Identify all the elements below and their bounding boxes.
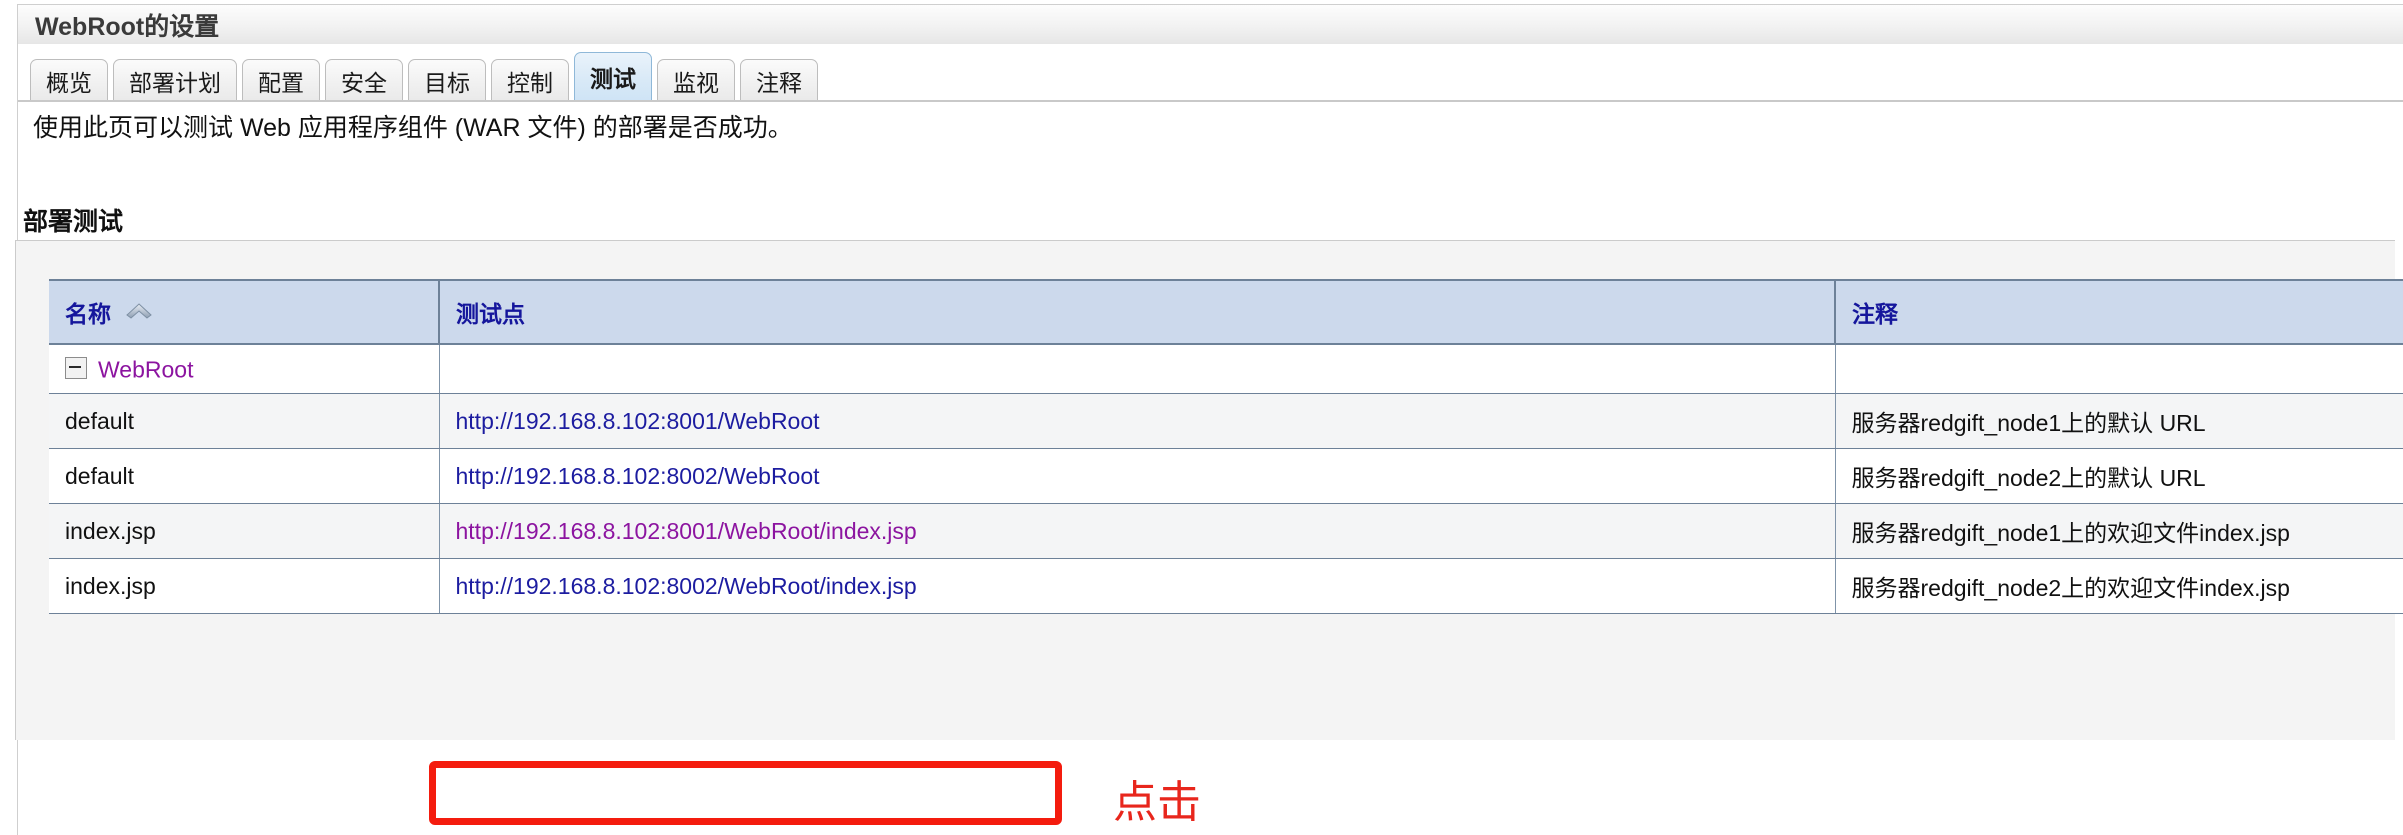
cell-name: default [49,393,440,450]
column-header-note-label: 注释 [1852,301,1898,327]
testpoint-url-link[interactable]: http://192.168.8.102:8002/WebRoot [456,463,820,489]
tab-1[interactable]: 概览 [30,59,108,102]
tab-label: 配置 [258,70,304,96]
deployment-test-table: 名称 测试点 注释 WebRoot default http://192.168… [49,281,2403,615]
table-row: default http://192.168.8.102:8002/WebRoot… [49,448,2403,505]
cell-name: default [49,448,440,505]
cell-name: index.jsp [49,503,440,560]
tab-label: 安全 [341,70,387,96]
row-note-label: 服务器redgift_node2上的默认 URL [1851,465,2206,492]
row-name-label: default [65,462,135,489]
cell-name: index.jsp [49,558,440,615]
tab-label: 测试 [590,65,636,92]
table-row: index.jsp http://192.168.8.102:8002/WebRo… [49,558,2403,615]
tab-strip: 概览 部署计划 配置 安全 目标 控制 测试 监视 注释 [17,44,2403,102]
cell-testpoint: http://192.168.8.102:8002/WebRoot [439,448,1836,505]
row-name-label: index.jsp [65,572,156,599]
cell-note: 服务器redgift_node2上的欢迎文件index.jsp [1835,558,2403,615]
cell-testpoint: http://192.168.8.102:8001/WebRoot [439,393,1836,450]
testpoint-url-link[interactable]: http://192.168.8.102:8001/WebRoot/index.… [456,518,917,544]
window-titlebar: WebRoot的设置 [17,4,2403,44]
section-title: 部署测试 [23,208,124,236]
tab-label: 目标 [424,70,470,96]
row-note-label: 服务器redgift_node1上的欢迎文件index.jsp [1851,520,2290,547]
table-row: index.jsp http://192.168.8.102:8001/WebRo… [49,503,2403,560]
tab-label: 部署计划 [129,70,221,96]
page-title: WebRoot的设置 [35,12,220,41]
tab-label: 注释 [756,70,802,96]
row-name-label: default [65,407,135,434]
tab-5[interactable]: 目标 [408,59,486,102]
tab-list: 概览 部署计划 配置 安全 目标 控制 测试 监视 注释 [30,52,818,102]
table-row: default http://192.168.8.102:8001/WebRoot… [49,393,2403,450]
tab-9[interactable]: 注释 [740,59,818,102]
table-header-row: 名称 测试点 注释 [49,281,2403,345]
table-row-tree-root: WebRoot [49,344,2403,395]
column-header-testpoint-label: 测试点 [456,301,525,327]
admin-console-page: WebRoot的设置 概览 部署计划 配置 安全 目标 控制 测试 监视 注释 使用此页可以测试… [0,0,2403,835]
column-header-note[interactable]: 注释 [1835,281,2403,345]
tab-6[interactable]: 控制 [491,59,569,102]
cell-note: 服务器redgift_node2上的默认 URL [1835,448,2403,505]
cell-testpoint [439,344,1836,395]
annotation-click-label: 点击 [1113,778,1201,827]
tab-label: 监视 [673,70,719,96]
tab-2[interactable]: 部署计划 [113,59,237,102]
collapse-minus-box-icon[interactable] [65,356,87,379]
cell-note: 服务器redgift_node1上的默认 URL [1835,393,2403,450]
tab-label: 控制 [507,70,553,96]
intro-text: 使用此页可以测试 Web 应用程序组件 (WAR 文件) 的部署是否成功。 [33,114,793,142]
cell-note: 服务器redgift_node1上的欢迎文件index.jsp [1835,503,2403,560]
row-note-label: 服务器redgift_node1上的默认 URL [1851,410,2206,437]
row-note-label: 服务器redgift_node2上的欢迎文件index.jsp [1851,575,2290,602]
deployment-test-table-wrapper: 名称 测试点 注释 WebRoot default http://192.168… [49,279,2403,615]
tab-3[interactable]: 配置 [242,59,320,102]
tab-8[interactable]: 监视 [657,59,735,102]
table-body: WebRoot default http://192.168.8.102:8001/… [49,344,2403,615]
tab-label: 概览 [46,70,92,96]
testpoint-url-link[interactable]: http://192.168.8.102:8001/WebRoot [456,408,820,434]
tab-7-active[interactable]: 测试 [574,52,652,100]
cell-testpoint: http://192.168.8.102:8001/WebRoot/index.… [439,503,1836,560]
deployment-test-panel: 名称 测试点 注释 WebRoot default http://192.168… [15,240,2403,740]
cell-testpoint: http://192.168.8.102:8002/WebRoot/index.… [439,558,1836,615]
sort-ascending-caret-icon[interactable] [126,299,153,326]
testpoint-url-link[interactable]: http://192.168.8.102:8002/WebRoot/index.… [456,573,917,599]
cell-note [1835,344,2403,395]
row-name-label: index.jsp [65,517,156,544]
column-header-name-label: 名称 [65,301,111,327]
tab-4[interactable]: 安全 [325,59,403,102]
cell-name: WebRoot [49,344,440,395]
tree-root-label[interactable]: WebRoot [98,356,193,382]
column-header-name[interactable]: 名称 [49,281,440,345]
column-header-testpoint[interactable]: 测试点 [439,281,1836,345]
